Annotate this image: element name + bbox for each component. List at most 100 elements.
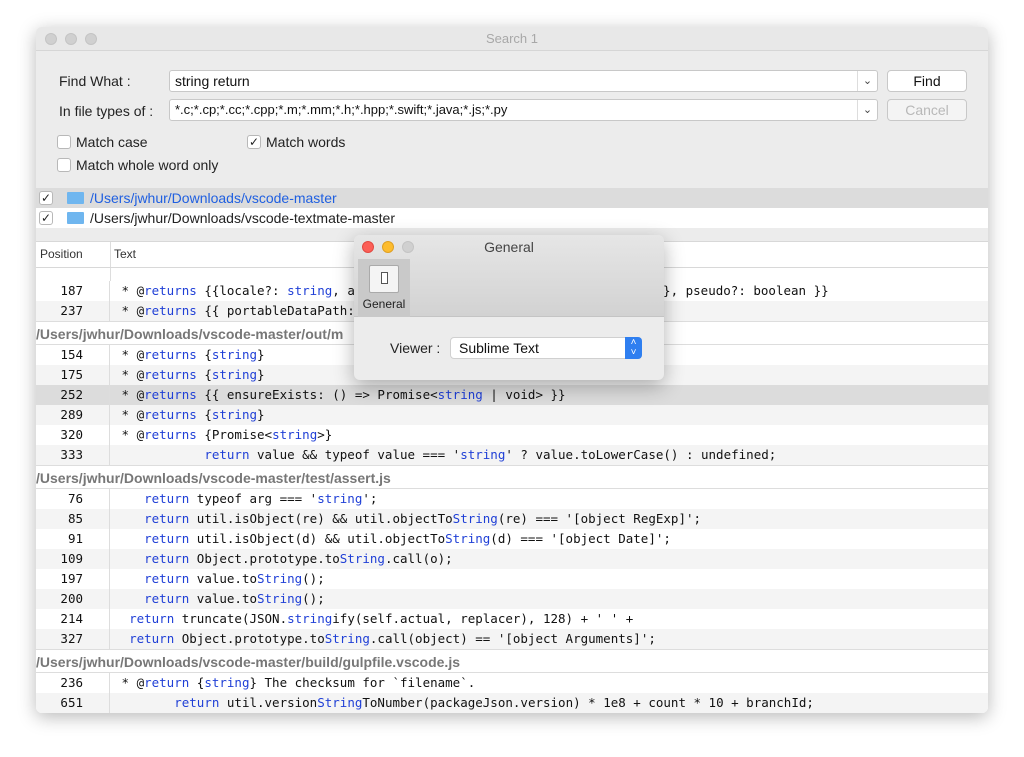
find-what-label: Find What : [59, 73, 131, 89]
code-segment: | void> }} [482, 387, 566, 402]
file-types-combo[interactable]: *.c;*.cp;*.cc;*.cpp;*.m;*.mm;*.h;*.hpp;*… [169, 99, 878, 121]
chevron-down-icon[interactable]: ⌄ [857, 71, 877, 91]
code-segment: .call(o); [384, 551, 453, 566]
row-text: return Object.prototype.toString.call(o)… [114, 549, 453, 569]
match-highlight: String [317, 695, 363, 710]
match-highlight: string [460, 447, 506, 462]
title-bar: Search 1 [36, 27, 988, 51]
result-row[interactable]: 200 return value.toString(); [36, 589, 988, 609]
result-row[interactable]: 214 return truncate(JSON.stringify(self.… [36, 609, 988, 629]
code-segment: typeof arg === ' [189, 491, 318, 506]
cancel-button[interactable]: Cancel [887, 99, 967, 121]
code-segment: truncate(JSON. [174, 611, 288, 626]
chevron-down-icon[interactable]: ⌄ [857, 100, 877, 120]
tab-general[interactable]: General [358, 259, 410, 317]
result-row[interactable]: 320 * @returns {Promise<string>} [36, 425, 988, 445]
viewer-select[interactable]: Sublime Text ˄ ˅ [450, 337, 642, 359]
match-highlight: string [211, 347, 258, 362]
result-row[interactable]: 91 return util.isObject(d) && util.objec… [36, 529, 988, 549]
code-segment: * @ [114, 347, 145, 362]
code-segment: value && typeof value === ' [249, 447, 461, 462]
folder-item[interactable]: ✓ /Users/jwhur/Downloads/vscode-master [36, 188, 988, 208]
code-segment: util.version [219, 695, 318, 710]
folder-checkbox[interactable]: ✓ [39, 211, 53, 225]
close-button[interactable] [45, 33, 57, 45]
match-words-checkbox[interactable]: ✓ [247, 135, 261, 149]
result-row[interactable]: 109 return Object.prototype.toString.cal… [36, 549, 988, 569]
match-highlight: return [144, 591, 190, 606]
row-text: * @returns {{ ensureExists: () => Promis… [114, 385, 566, 405]
match-highlight: return [144, 531, 190, 546]
result-row[interactable]: 327 return Object.prototype.toString.cal… [36, 629, 988, 649]
result-row[interactable]: 85 return util.isObject(re) && util.obje… [36, 509, 988, 529]
result-row[interactable]: 289 * @returns {string} [36, 405, 988, 425]
folder-path: /Users/jwhur/Downloads/vscode-master [90, 190, 337, 206]
match-highlight: return [144, 511, 190, 526]
match-highlight: String [257, 571, 303, 586]
result-row[interactable]: 76 return typeof arg === 'string'; [36, 489, 988, 509]
row-position: 237 [36, 301, 110, 321]
row-text: * @returns {{locale?: string, a [114, 281, 355, 301]
viewer-label: Viewer : [390, 340, 441, 356]
row-position: 197 [36, 569, 110, 589]
row-position: 289 [36, 405, 110, 425]
code-segment: '; [362, 491, 378, 506]
row-text: return value && typeof value === 'string… [114, 445, 776, 465]
row-position: 109 [36, 549, 110, 569]
folder-icon [67, 212, 84, 224]
code-segment: * @ [114, 387, 145, 402]
code-segment: * @ [114, 367, 145, 382]
result-row[interactable]: 236 * @return {string} The checksum for … [36, 673, 988, 693]
row-position: 85 [36, 509, 110, 529]
find-what-combo[interactable]: string return ⌄ [169, 70, 878, 92]
match-highlight: string [272, 427, 318, 442]
result-row[interactable]: 197 return value.toString(); [36, 569, 988, 589]
zoom-button[interactable] [85, 33, 97, 45]
folder-item[interactable]: ✓ /Users/jwhur/Downloads/vscode-textmate… [36, 208, 988, 228]
match-whole-word-checkbox[interactable] [57, 158, 71, 172]
folder-checkbox[interactable]: ✓ [39, 191, 53, 205]
column-header-position[interactable]: Position [40, 242, 83, 267]
code-segment: {{locale?: [196, 283, 288, 298]
folder-path: /Users/jwhur/Downloads/vscode-textmate-m… [90, 210, 395, 226]
window-title: Search 1 [485, 31, 539, 46]
column-header-text[interactable]: Text [114, 242, 136, 267]
result-row[interactable]: 651 return util.versionStringToNumber(pa… [36, 693, 988, 713]
match-highlight: returns [144, 283, 197, 298]
match-highlight: returns [144, 427, 197, 442]
match-highlight: String [324, 631, 370, 646]
code-segment: {Promise< [196, 427, 273, 442]
code-segment: Object.prototype.to [174, 631, 325, 646]
find-button[interactable]: Find [887, 70, 967, 92]
match-highlight: return [144, 491, 190, 506]
match-highlight: string [287, 611, 333, 626]
row-position: 252 [36, 385, 110, 405]
code-segment: (); [302, 591, 325, 606]
match-highlight: return [144, 551, 190, 566]
result-row[interactable]: 333 return value && typeof value === 'st… [36, 445, 988, 465]
code-segment: value.to [189, 571, 257, 586]
code-segment: } [257, 367, 265, 382]
row-position: 91 [36, 529, 110, 549]
file-group-header[interactable]: /Users/jwhur/Downloads/vscode-master/bui… [36, 649, 988, 673]
viewer-value: Sublime Text [459, 340, 539, 356]
file-group-header[interactable]: /Users/jwhur/Downloads/vscode-master/tes… [36, 465, 988, 489]
code-segment: (); [302, 571, 325, 586]
row-position: 154 [36, 345, 110, 365]
match-highlight: return [204, 447, 250, 462]
row-position: 214 [36, 609, 110, 629]
row-position: 320 [36, 425, 110, 445]
minimize-button[interactable] [65, 33, 77, 45]
row-text: * @returns {Promise<string>} [114, 425, 333, 445]
match-highlight: String [257, 591, 303, 606]
match-case-checkbox[interactable] [57, 135, 71, 149]
row-position: 200 [36, 589, 110, 609]
result-row[interactable]: 252 * @returns {{ ensureExists: () => Pr… [36, 385, 988, 405]
match-highlight: returns [144, 367, 197, 382]
